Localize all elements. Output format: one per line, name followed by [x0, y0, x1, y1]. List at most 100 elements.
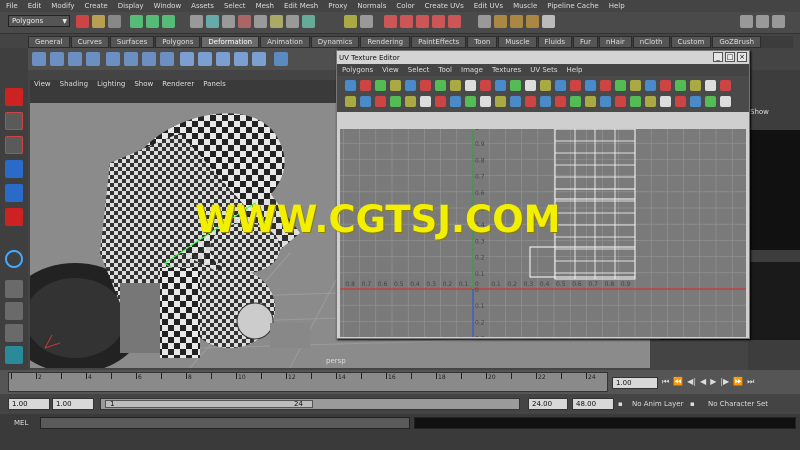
uv-tool-icon[interactable] [405, 96, 416, 107]
playback-end-field[interactable]: 24.00 [528, 398, 568, 410]
layout-single-icon[interactable] [5, 280, 23, 298]
plane-icon[interactable] [106, 52, 120, 66]
uv-tool-icon[interactable] [540, 96, 551, 107]
uv-tool-icon[interactable] [600, 96, 611, 107]
uv-tool-icon[interactable] [510, 80, 521, 91]
uv-tool-icon[interactable] [450, 80, 461, 91]
tab-nhair[interactable]: nHair [598, 36, 632, 48]
tab-curves[interactable]: Curves [70, 36, 109, 48]
paint-select-tool-icon[interactable] [5, 136, 23, 154]
menu-mesh[interactable]: Mesh [256, 2, 274, 10]
uv-tool-icon[interactable] [645, 80, 656, 91]
select-object-icon[interactable] [146, 15, 159, 28]
move-tool-icon[interactable] [5, 160, 23, 178]
uv-tool-icon[interactable] [690, 80, 701, 91]
uv-tool-icon[interactable] [585, 96, 596, 107]
cone-icon[interactable] [86, 52, 100, 66]
menu-color[interactable]: Color [396, 2, 414, 10]
tab-rendering[interactable]: Rendering [360, 36, 411, 48]
tab-surfaces[interactable]: Surfaces [109, 36, 155, 48]
mel-label[interactable]: MEL [14, 419, 28, 427]
range-handle[interactable]: 1 24 [105, 400, 313, 408]
uv-tool-icon[interactable] [615, 80, 626, 91]
combine-icon[interactable] [180, 52, 194, 66]
uv-tool-icon[interactable] [375, 80, 386, 91]
uv-menu-textures[interactable]: Textures [492, 66, 521, 74]
new-scene-icon[interactable] [76, 15, 89, 28]
menu-select[interactable]: Select [224, 2, 246, 10]
uv-tool-icon[interactable] [465, 96, 476, 107]
anim-layer-label[interactable]: No Anim Layer [632, 400, 683, 408]
viewport-menu-view[interactable]: View [34, 80, 51, 91]
uv-tool-icon[interactable] [360, 80, 371, 91]
menu-create[interactable]: Create [84, 2, 107, 10]
uv-tool-icon[interactable] [570, 96, 581, 107]
uv-tool-icon[interactable] [345, 80, 356, 91]
menu-edit[interactable]: Edit [28, 2, 42, 10]
construction-history-icon[interactable] [478, 15, 491, 28]
uv-tool-icon[interactable] [375, 96, 386, 107]
uv-tool-icon[interactable] [540, 80, 551, 91]
time-slider[interactable]: 2 4 6 8 10 12 14 16 18 20 22 24 [8, 372, 608, 392]
uv-tool-icon[interactable] [720, 80, 731, 91]
select-by-rendering-icon[interactable] [286, 15, 299, 28]
layout-four-icon[interactable] [5, 302, 23, 320]
uv-tool-icon[interactable] [390, 96, 401, 107]
uv-menu-polygons[interactable]: Polygons [342, 66, 373, 74]
uv-tool-icon[interactable] [435, 96, 446, 107]
tab-custom[interactable]: Custom [670, 36, 712, 48]
character-set-label[interactable]: No Character Set [708, 400, 768, 408]
select-by-misc-icon[interactable] [302, 15, 315, 28]
tab-gozbrush[interactable]: GoZBrush [712, 36, 762, 48]
scale-tool-icon[interactable] [5, 208, 23, 226]
snap-grid-icon[interactable] [384, 15, 397, 28]
tab-fur[interactable]: Fur [572, 36, 598, 48]
layout-persp-outliner-icon[interactable] [5, 324, 23, 342]
ipr-render-icon[interactable] [510, 15, 523, 28]
lock-selection-icon[interactable] [344, 15, 357, 28]
uv-tool-icon[interactable] [690, 96, 701, 107]
cube-icon[interactable] [32, 52, 46, 66]
smooth-icon[interactable] [274, 52, 288, 66]
select-by-joint-icon[interactable] [206, 15, 219, 28]
menu-proxy[interactable]: Proxy [328, 2, 347, 10]
tab-ncloth[interactable]: nCloth [632, 36, 670, 48]
select-by-handle-icon[interactable] [190, 15, 203, 28]
uv-tool-icon[interactable] [720, 96, 731, 107]
render-frame-icon[interactable] [494, 15, 507, 28]
viewport-menu-renderer[interactable]: Renderer [162, 80, 194, 91]
uv-tool-icon[interactable] [675, 96, 686, 107]
tab-toon[interactable]: Toon [467, 36, 498, 48]
uv-tool-icon[interactable] [480, 80, 491, 91]
menu-window[interactable]: Window [154, 2, 182, 10]
maximize-icon[interactable]: □ [725, 52, 735, 62]
uv-tool-icon[interactable] [525, 96, 536, 107]
select-hierarchy-icon[interactable] [130, 15, 143, 28]
play-forward-icon[interactable]: ▶ [710, 377, 716, 387]
tab-deformation[interactable]: Deformation [201, 36, 260, 48]
uv-tool-icon[interactable] [450, 96, 461, 107]
tab-painteffects[interactable]: PaintEffects [411, 36, 467, 48]
uv-tool-icon[interactable] [420, 80, 431, 91]
uv-tool-icon[interactable] [600, 80, 611, 91]
menu-modify[interactable]: Modify [51, 2, 74, 10]
extrude-icon[interactable] [216, 52, 230, 66]
select-by-dynamic-icon[interactable] [270, 15, 283, 28]
uv-tool-icon[interactable] [480, 96, 491, 107]
tab-fluids[interactable]: Fluids [537, 36, 572, 48]
menu-edit-mesh[interactable]: Edit Mesh [284, 2, 318, 10]
save-scene-icon[interactable] [108, 15, 121, 28]
playback-start-field[interactable]: 1.00 [52, 398, 94, 410]
menu-pipeline-cache[interactable]: Pipeline Cache [547, 2, 598, 10]
mode-select[interactable]: Polygons ▼ [8, 15, 70, 27]
menu-normals[interactable]: Normals [357, 2, 386, 10]
animation-end-field[interactable]: 48.00 [572, 398, 614, 410]
tab-polygons[interactable]: Polygons [155, 36, 201, 48]
uv-tool-icon[interactable] [660, 96, 671, 107]
rotate-tool-icon[interactable] [5, 184, 23, 202]
uv-tool-icon[interactable] [645, 96, 656, 107]
uv-menu-tool[interactable]: Tool [438, 66, 452, 74]
current-frame-field[interactable]: 1.00 [612, 377, 658, 389]
uv-tool-icon[interactable] [705, 80, 716, 91]
uv-tool-icon[interactable] [525, 80, 536, 91]
